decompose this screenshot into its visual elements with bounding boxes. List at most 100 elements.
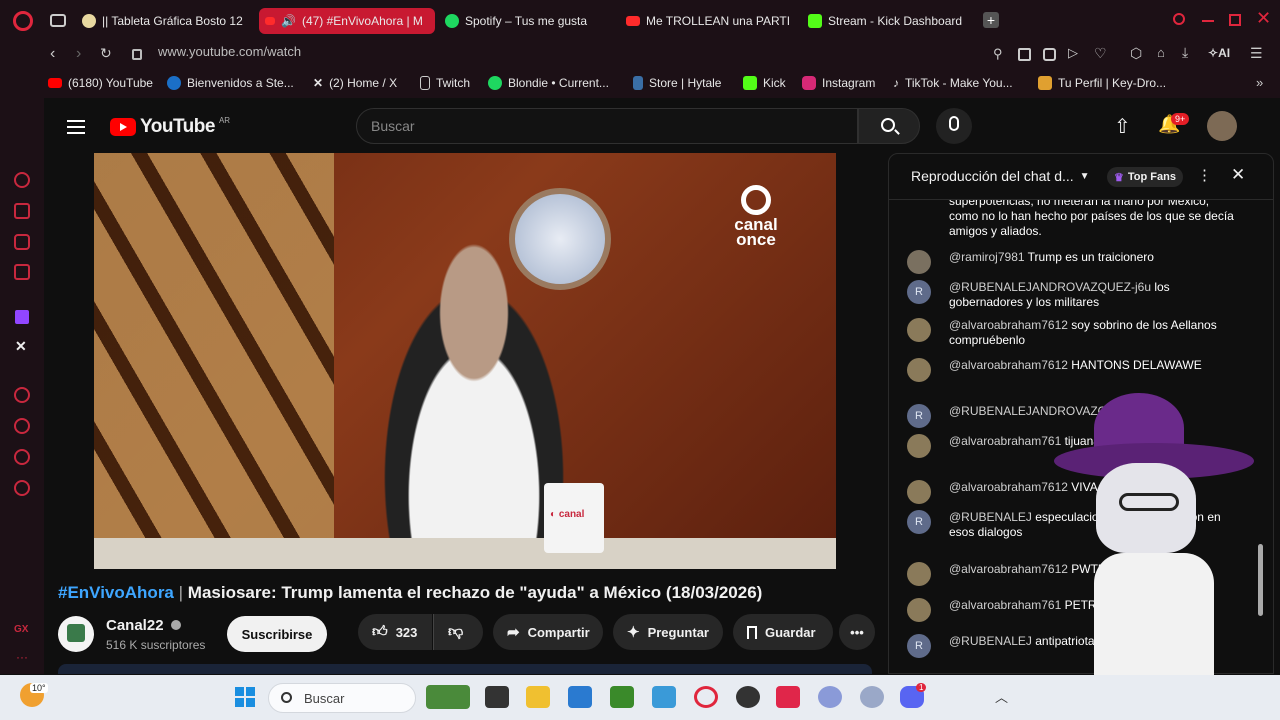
chat-author-avatar[interactable] bbox=[907, 318, 931, 342]
bookmark-x[interactable]: ✕ (2) Home / X bbox=[313, 76, 397, 90]
gx-icon[interactable]: GX bbox=[14, 624, 28, 635]
adblock-icon[interactable] bbox=[1043, 48, 1056, 61]
start-windows-icon[interactable] bbox=[235, 687, 255, 707]
chat-author-avatar[interactable] bbox=[907, 598, 931, 622]
chat-author-avatar[interactable] bbox=[907, 562, 931, 586]
history-icon[interactable] bbox=[14, 418, 30, 434]
create-upload-icon[interactable]: ⇧ bbox=[1114, 114, 1131, 139]
file-explorer-icon[interactable] bbox=[526, 686, 550, 708]
chat-author-avatar[interactable]: R bbox=[907, 280, 931, 304]
capcut-icon[interactable] bbox=[776, 686, 800, 708]
microsoft-store-icon[interactable] bbox=[568, 686, 592, 708]
chat-author-name[interactable]: @alvaroabraham7612 bbox=[949, 358, 1068, 372]
chat-mode-dropdown[interactable]: Reproducción del chat d... ▼ bbox=[911, 168, 1090, 184]
chat-more-icon[interactable]: ⋮ bbox=[1197, 166, 1212, 184]
opera-logo-icon[interactable] bbox=[13, 11, 33, 31]
voice-search-button[interactable] bbox=[936, 108, 972, 144]
aria-ai-button[interactable]: ✧AI bbox=[1208, 46, 1230, 60]
menu-icon[interactable] bbox=[64, 116, 88, 138]
tab-kick[interactable]: Stream - Kick Dashboard bbox=[808, 8, 974, 34]
bookmark-keydrop[interactable]: Tu Perfil | Key-Dro... bbox=[1038, 76, 1166, 90]
tab-envivoahora[interactable]: 🔊 (47) #EnVivoAhora | M bbox=[259, 8, 435, 34]
new-tab-icon[interactable]: + bbox=[983, 12, 999, 28]
account-avatar[interactable] bbox=[1207, 111, 1237, 141]
chat-author-avatar[interactable] bbox=[907, 434, 931, 458]
chat-scrollbar[interactable] bbox=[1258, 544, 1263, 616]
forward-icon[interactable]: › bbox=[76, 45, 81, 63]
x-icon[interactable]: ✕ bbox=[15, 338, 27, 355]
twitch-icon[interactable] bbox=[15, 310, 29, 324]
refresh-icon[interactable] bbox=[14, 172, 30, 188]
video-player[interactable]: ◐ canal canal once bbox=[94, 153, 836, 569]
messenger-icon[interactable] bbox=[14, 234, 30, 250]
ask-button[interactable]: ✦ Preguntar bbox=[613, 614, 723, 650]
minimize-icon[interactable] bbox=[1202, 20, 1214, 22]
extensions-sidebar-icon[interactable] bbox=[14, 449, 30, 465]
chat-close-icon[interactable]: ✕ bbox=[1231, 165, 1245, 185]
bookmarks-overflow-icon[interactable]: » bbox=[1256, 75, 1263, 90]
obs-icon[interactable] bbox=[736, 686, 760, 708]
extensions-icon[interactable]: ⬡ bbox=[1130, 45, 1142, 62]
youtube-logo[interactable]: YouTube AR bbox=[110, 116, 230, 138]
tab-trollean[interactable]: Me TROLLEAN una PARTI bbox=[626, 8, 792, 34]
save-button[interactable]: Guardar bbox=[733, 614, 833, 650]
opera-taskbar-icon[interactable] bbox=[694, 686, 718, 708]
chat-author-name[interactable]: @ramiroj7981 bbox=[949, 250, 1025, 264]
taskbar-search[interactable]: Buscar bbox=[268, 683, 416, 713]
bookmark-twitch[interactable]: Twitch bbox=[420, 76, 470, 90]
close-window-icon[interactable]: ✕ bbox=[1256, 8, 1271, 29]
bookmark-instagram[interactable]: Instagram bbox=[802, 76, 875, 90]
tab-tableta[interactable]: || Tableta Gráfica Bosto 12 bbox=[82, 8, 248, 34]
easy-setup-icon[interactable]: ☰ bbox=[1250, 45, 1263, 62]
workspaces-icon[interactable] bbox=[50, 14, 66, 27]
chat-author-name[interactable]: @alvaroabraham7612 bbox=[949, 318, 1068, 332]
channel-name[interactable]: Canal22 bbox=[106, 617, 181, 634]
chat-author-avatar[interactable]: R bbox=[907, 404, 931, 428]
channel-avatar[interactable] bbox=[58, 616, 94, 652]
mail-icon[interactable] bbox=[14, 264, 30, 280]
chat-author-name[interactable]: @RUBENALEJANDROVAZQUEZ-j6u bbox=[949, 280, 1151, 294]
chat-author-avatar[interactable] bbox=[907, 358, 931, 382]
pin-icon[interactable]: ⚲ bbox=[993, 46, 1003, 62]
tray-chevron-icon[interactable]: ︿ bbox=[995, 687, 1008, 706]
play-icon[interactable]: ▷ bbox=[1068, 45, 1078, 61]
subscribe-button[interactable]: Suscribirse bbox=[227, 616, 327, 652]
more-sidebar-icon[interactable]: ··· bbox=[16, 650, 28, 664]
hashtag-link[interactable]: #EnVivoAhora bbox=[58, 583, 174, 602]
bookmark-tiktok[interactable]: ♪ TikTok - Make You... bbox=[893, 76, 1013, 90]
chat-author-avatar[interactable] bbox=[907, 480, 931, 504]
description-box[interactable] bbox=[58, 664, 872, 674]
chat-author-avatar[interactable] bbox=[907, 250, 931, 274]
reload-icon[interactable]: ↻ bbox=[100, 45, 112, 62]
minecraft-icon[interactable] bbox=[610, 686, 634, 708]
bookmark-steam[interactable]: Bienvenidos a Ste... bbox=[167, 76, 294, 90]
bookmark-hytale[interactable]: Store | Hytale bbox=[633, 76, 721, 90]
url-field[interactable]: www.youtube.com/watch bbox=[158, 44, 301, 59]
snapshot-icon[interactable] bbox=[1018, 48, 1031, 61]
share-button[interactable]: ➦ Compartir bbox=[493, 614, 603, 650]
tab-spotify[interactable]: Spotify – Tus me gusta bbox=[445, 8, 615, 34]
vpn-icon[interactable] bbox=[860, 686, 884, 708]
chat-author-avatar[interactable]: R bbox=[907, 634, 931, 658]
bookmark-youtube[interactable]: (6180) YouTube bbox=[48, 76, 153, 90]
bookmark-blondie[interactable]: Blondie • Current... bbox=[488, 76, 609, 90]
maximize-icon[interactable] bbox=[1229, 14, 1241, 26]
player-icon[interactable] bbox=[14, 387, 30, 403]
search-button[interactable] bbox=[858, 108, 920, 144]
like-button[interactable]: 👍︎ 323 bbox=[358, 614, 432, 650]
settings-icon[interactable] bbox=[14, 480, 30, 496]
globe-app-icon[interactable] bbox=[818, 686, 842, 708]
dislike-button[interactable]: 👎︎ bbox=[433, 614, 483, 650]
chat-author-avatar[interactable]: R bbox=[907, 510, 931, 534]
bookmark-kick[interactable]: Kick bbox=[743, 76, 786, 90]
speaker-icon[interactable]: 🔊 bbox=[281, 14, 296, 28]
search-tabs-icon[interactable] bbox=[1173, 13, 1185, 25]
download-icon[interactable]: ⤓ bbox=[1182, 44, 1188, 61]
top-fans-chip[interactable]: ♛ Top Fans bbox=[1107, 167, 1183, 187]
wallet-icon[interactable]: ⌂ bbox=[1157, 45, 1165, 60]
photos-icon[interactable] bbox=[652, 686, 676, 708]
back-icon[interactable]: ‹ bbox=[50, 45, 55, 63]
chat-author-name[interactable]: @RUBENALEJ bbox=[949, 634, 1032, 648]
heart-icon[interactable]: ♡ bbox=[1094, 45, 1107, 62]
shop-icon[interactable] bbox=[14, 203, 30, 219]
